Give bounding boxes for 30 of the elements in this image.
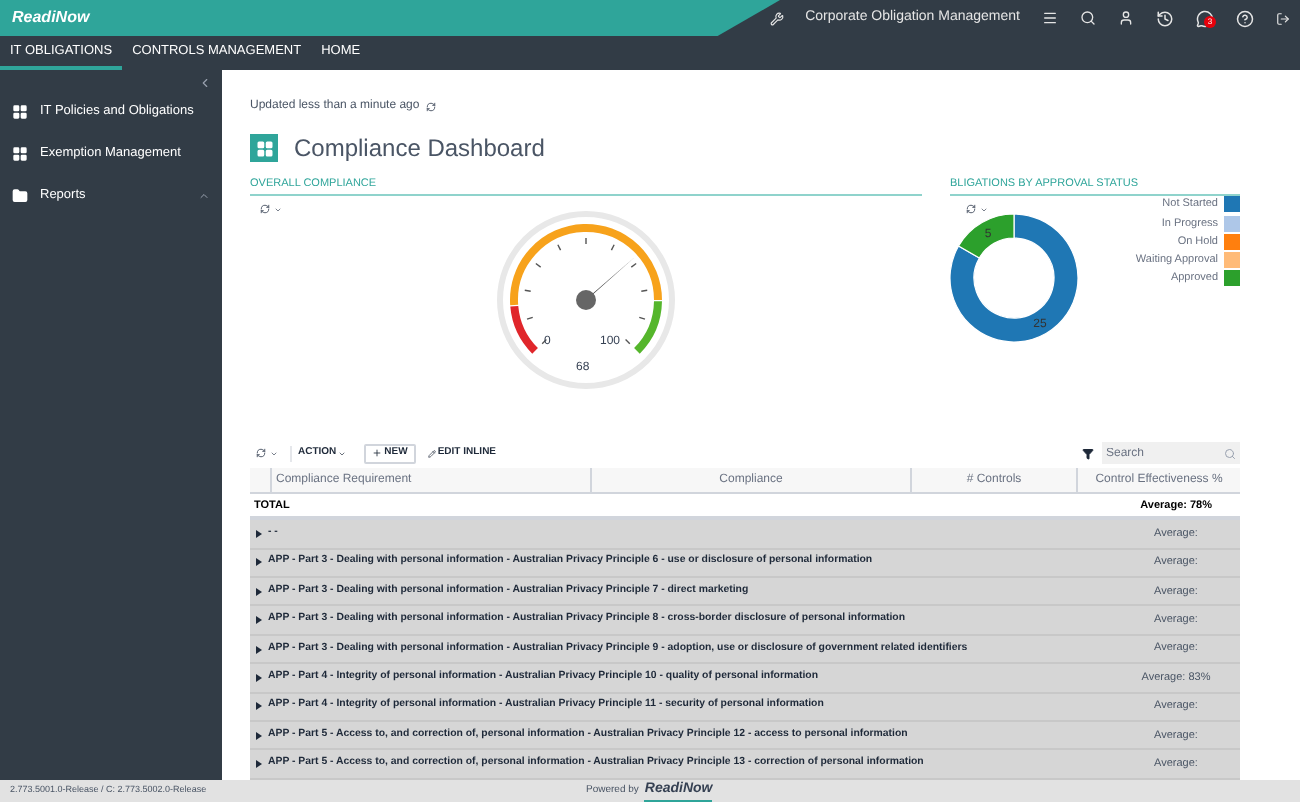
expand-triangle-icon <box>256 587 262 596</box>
search-icon <box>1224 447 1236 460</box>
user-icon <box>1118 10 1134 26</box>
help-icon <box>1236 9 1254 27</box>
wrench-icon <box>769 11 784 25</box>
refresh-icon <box>260 204 270 215</box>
refresh-icon <box>425 102 436 112</box>
filter-icon <box>1082 447 1094 460</box>
expand-triangle-icon <box>256 702 262 711</box>
page-title: Compliance Dashboard <box>294 132 545 166</box>
search-icon <box>1080 10 1096 26</box>
folder-icon <box>12 187 28 203</box>
dashboard-icon <box>250 134 278 162</box>
menu-icon <box>1042 10 1058 26</box>
expand-triangle-icon <box>256 760 262 769</box>
expand-triangle-icon <box>256 673 262 682</box>
expand-triangle-icon <box>256 731 262 740</box>
expand-triangle-icon <box>256 645 262 653</box>
pencil-icon <box>427 449 436 458</box>
expand-triangle-icon <box>256 616 262 625</box>
expand-triangle-icon <box>256 558 262 567</box>
history-icon <box>1156 9 1174 27</box>
refresh-icon <box>966 204 976 215</box>
collapse-icon <box>198 76 212 90</box>
plus-icon <box>372 448 383 459</box>
logout-icon <box>1276 11 1290 25</box>
grid-icon <box>12 103 28 119</box>
grid-icon <box>12 145 28 161</box>
expand-triangle-icon <box>256 529 262 538</box>
refresh-icon <box>256 448 266 459</box>
